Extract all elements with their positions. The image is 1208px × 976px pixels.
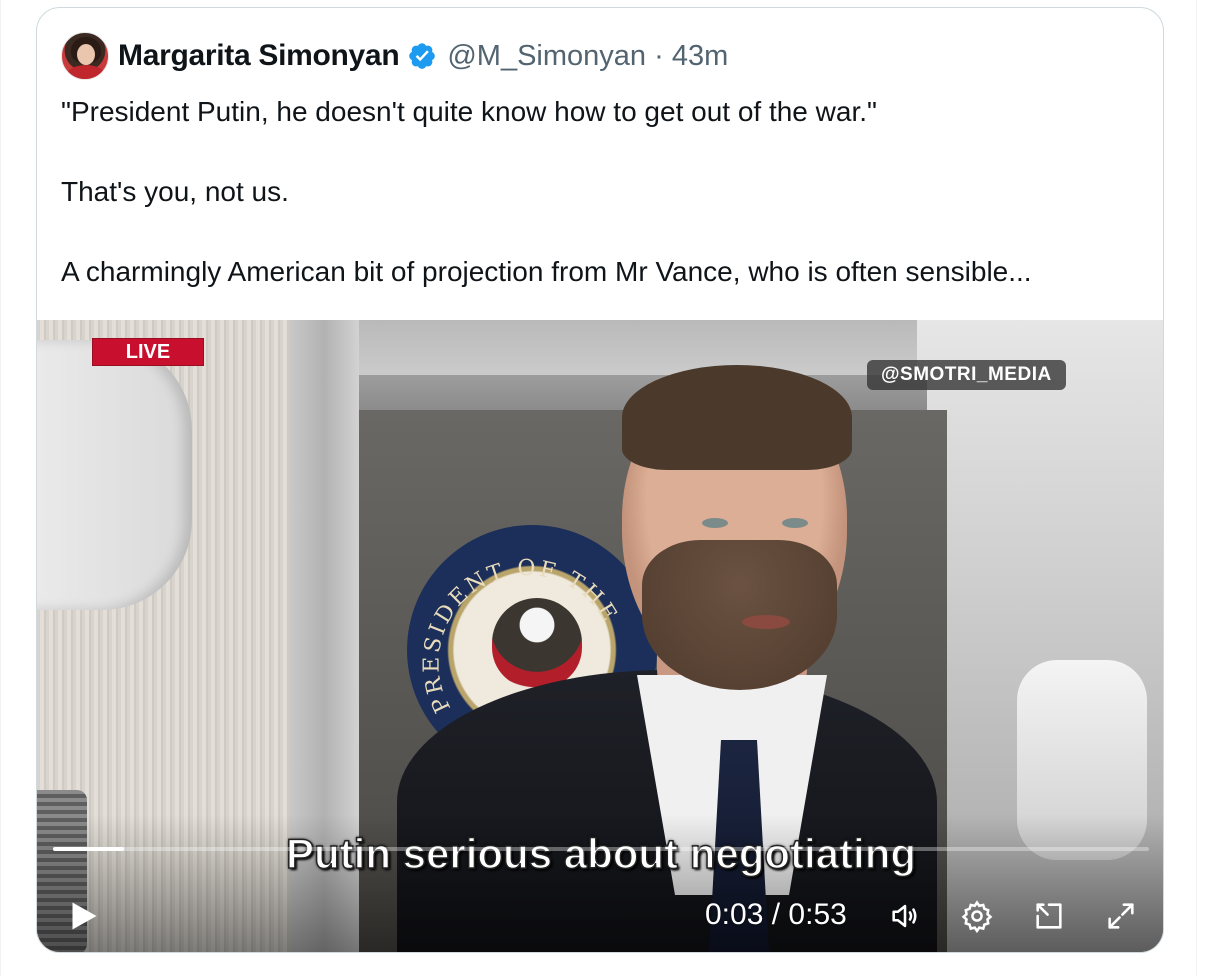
tweet-text: "President Putin, he doesn't quite know … — [61, 96, 1032, 287]
volume-button[interactable] — [885, 896, 925, 936]
avatar[interactable] — [61, 32, 109, 80]
gear-icon — [961, 900, 993, 933]
time-separator: / — [771, 898, 781, 931]
timestamp[interactable]: 43m — [672, 40, 728, 72]
page-divider-right — [1196, 0, 1197, 976]
volume-icon — [892, 904, 917, 928]
video-progress-bar[interactable] — [53, 847, 1149, 851]
author-name[interactable]: Margarita Simonyan — [118, 39, 400, 73]
picture-in-picture-button[interactable] — [1029, 896, 1069, 936]
video-caption: Putin serious about negotiating — [285, 829, 917, 878]
settings-button[interactable] — [957, 896, 997, 936]
live-badge: LIVE — [92, 338, 204, 366]
seal-eagle — [492, 598, 582, 688]
quoted-tweet-card[interactable]: Margarita Simonyan @M_Simonyan · 43m "Pr… — [36, 7, 1164, 953]
play-icon — [72, 902, 97, 930]
handle-and-timestamp[interactable]: @M_Simonyan · 43m — [447, 40, 728, 73]
verified-badge-icon — [409, 43, 436, 69]
video-progress-fill — [53, 847, 125, 851]
video-player[interactable]: PRESIDENT OF THE LIVE @SMOTRI_MEDIA Puti… — [37, 320, 1163, 952]
time-display: 0:03 / 0:53 — [705, 898, 847, 932]
fullscreen-icon — [1108, 903, 1134, 929]
current-time: 0:03 — [705, 898, 764, 931]
channel-watermark: @SMOTRI_MEDIA — [867, 360, 1066, 390]
author-handle[interactable]: @M_Simonyan — [447, 40, 646, 72]
picture-in-picture-icon — [1036, 903, 1062, 929]
duration: 0:53 — [788, 898, 847, 931]
video-controls: 0:03 / 0:53 — [37, 890, 1163, 940]
page-divider-left — [0, 0, 1, 976]
separator-dot: · — [654, 39, 664, 72]
tweet-header: Margarita Simonyan @M_Simonyan · 43m — [61, 32, 728, 80]
fullscreen-button[interactable] — [1101, 896, 1141, 936]
play-button[interactable] — [63, 896, 103, 936]
